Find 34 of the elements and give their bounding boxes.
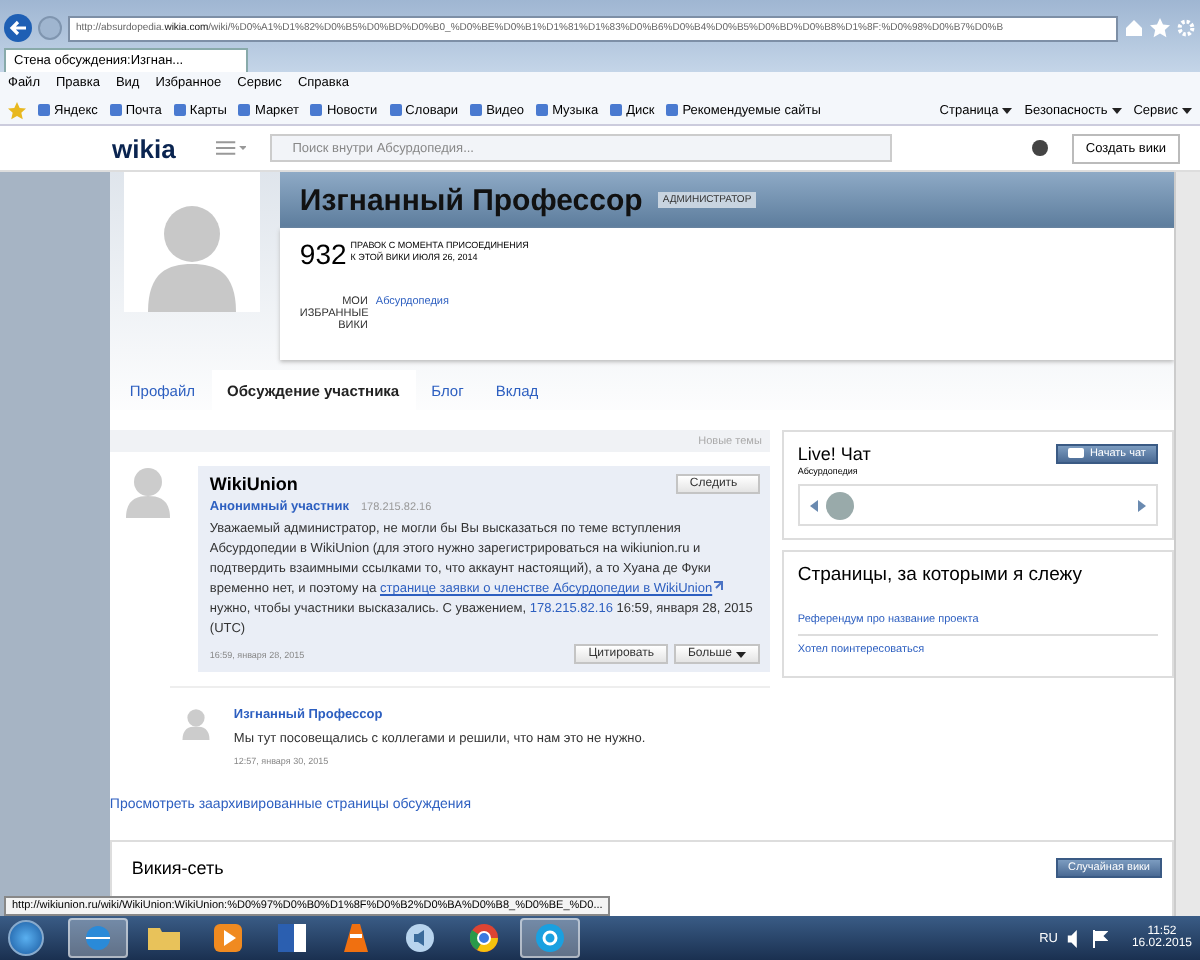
- start-button[interactable]: [8, 920, 44, 956]
- back-button[interactable]: [4, 14, 32, 42]
- folder-icon: [148, 926, 180, 950]
- chrome-icon: [470, 924, 498, 952]
- site-logo[interactable]: wikia: [112, 133, 176, 163]
- caret-icon: [1182, 107, 1192, 113]
- panel-title: Страницы, за которыми я слежу: [797, 564, 1084, 586]
- right-arrow-icon[interactable]: [1137, 499, 1146, 511]
- left-arrow-icon[interactable]: [809, 499, 818, 511]
- star-icon[interactable]: [1150, 18, 1170, 38]
- chat-app-icon: [536, 924, 564, 952]
- menu-icon[interactable]: [215, 140, 247, 156]
- user-name: Изгнанный Профессор: [299, 183, 643, 217]
- avatar-icon: [125, 466, 170, 518]
- caret-icon: [1111, 107, 1122, 113]
- speech-bubble-icon: [1067, 448, 1084, 460]
- flag-icon[interactable]: [1091, 929, 1108, 947]
- document-icon: [278, 924, 306, 952]
- external-link-icon: [712, 580, 725, 592]
- caret-icon: [735, 651, 746, 657]
- thread-title: WikiUnion: [209, 474, 298, 494]
- play-icon: [214, 924, 242, 952]
- globe-icon: [84, 924, 112, 952]
- speaker-icon: [406, 924, 434, 952]
- star-icon[interactable]: [8, 101, 26, 119]
- chat-title: Live! Чат: [797, 444, 871, 464]
- scrollbar[interactable]: [1174, 172, 1200, 916]
- traffic-cone-icon: [342, 924, 370, 952]
- edit-count: 932: [299, 240, 347, 268]
- avatar-placeholder: [123, 172, 260, 312]
- caret-icon: [1002, 107, 1013, 113]
- avatar-icon: [181, 708, 210, 740]
- footer-title: Викия-сеть: [131, 858, 224, 878]
- user-avatar-icon[interactable]: [1032, 140, 1048, 156]
